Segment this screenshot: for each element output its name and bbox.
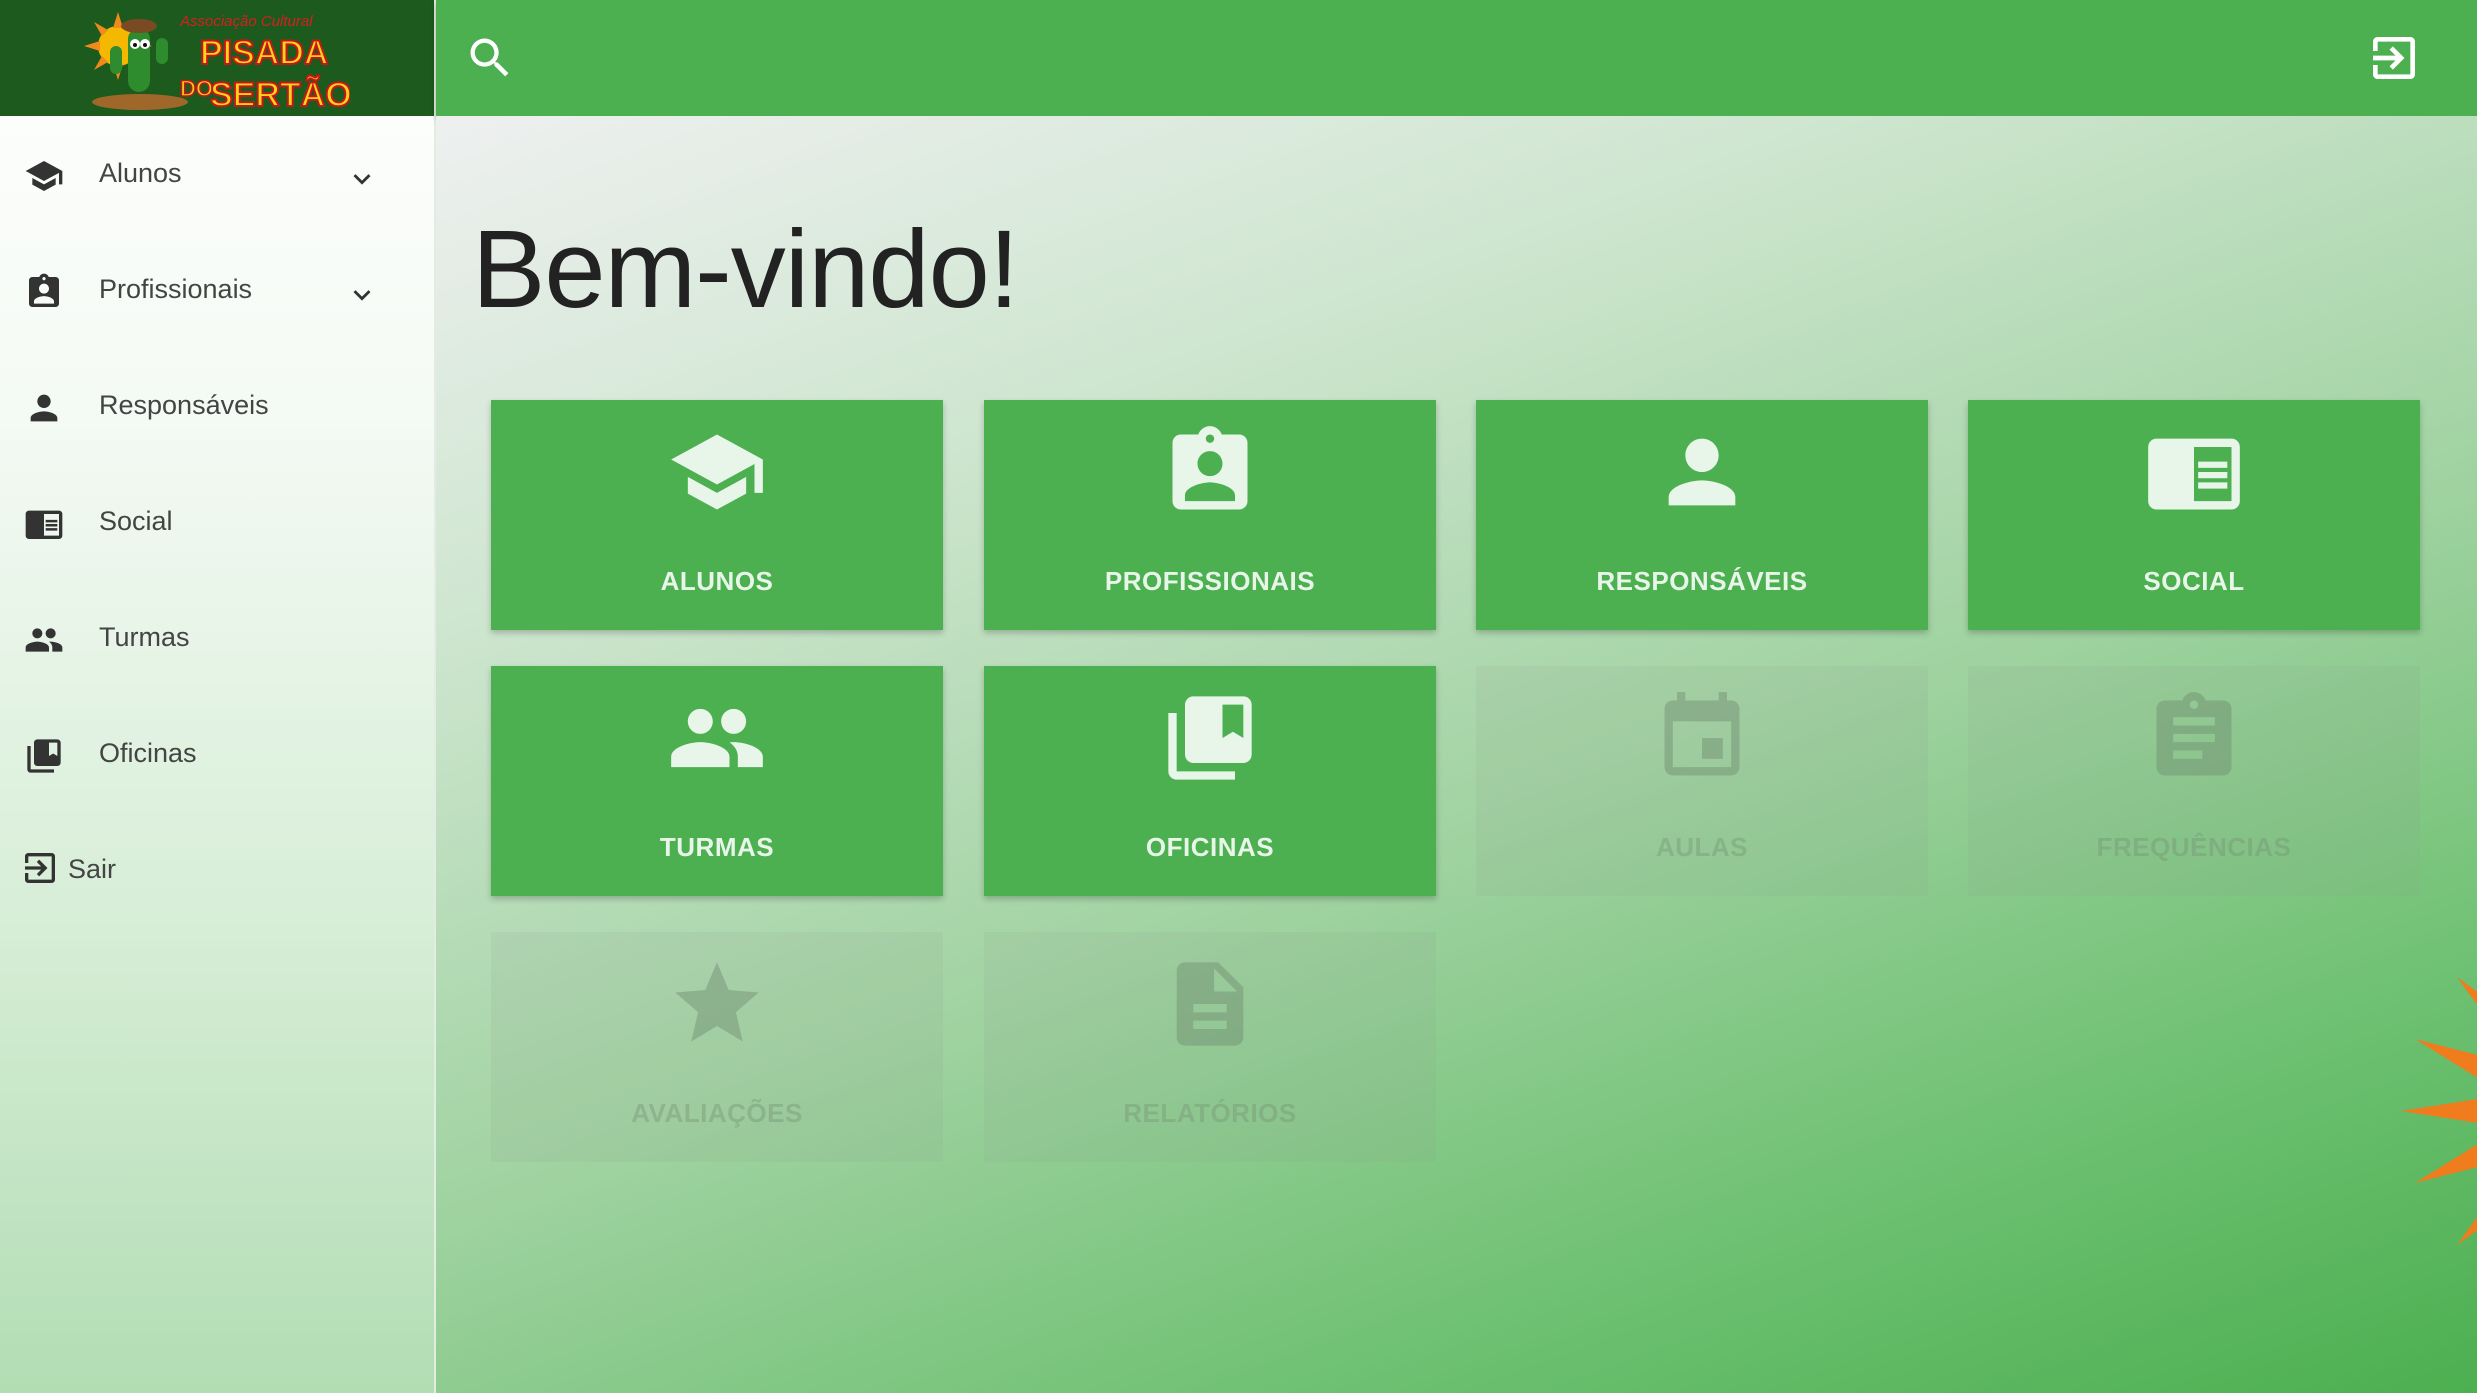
badge-icon (1172, 426, 1248, 510)
sidebar-item-responsaveis[interactable]: Responsáveis (0, 348, 434, 464)
tile-label: SOCIAL (2143, 566, 2245, 596)
person-icon (30, 394, 58, 422)
sidebar: Associação Cultural PISADA DO SERTÃO Alu… (0, 0, 436, 1393)
library-books-icon (1168, 696, 1252, 780)
tile-aulas: AULAS (1476, 666, 1928, 896)
sidebar-item-label: Alunos (99, 158, 182, 188)
tile-oficinas[interactable]: OFICINAS (984, 666, 1436, 896)
exit-icon[interactable] (2366, 30, 2422, 86)
tile-label: ALUNOS (660, 566, 774, 596)
group-icon (25, 628, 63, 652)
tile-relatorios: RELATÓRIOS (984, 932, 1436, 1162)
tile-label: AULAS (1655, 832, 1749, 862)
logo[interactable]: Associação Cultural PISADA DO SERTÃO (0, 0, 434, 116)
star-icon (675, 962, 759, 1042)
document-icon (1176, 962, 1244, 1046)
exit-icon (25, 853, 55, 883)
badge-icon (29, 273, 59, 307)
sidebar-item-alunos[interactable]: Alunos (0, 116, 434, 232)
search-icon[interactable] (464, 32, 516, 84)
tile-label: RELATÓRIOS (1123, 1098, 1297, 1128)
calendar-icon (1664, 692, 1740, 776)
top-app-bar (436, 0, 2477, 116)
tile-profissionais[interactable]: PROFISSIONAIS (984, 400, 1436, 630)
tile-alunos[interactable]: ALUNOS (491, 400, 943, 630)
sidebar-item-label: Social (99, 506, 173, 536)
tile-frequencias: FREQUÊNCIAS (1968, 666, 2420, 896)
logo-title-line2: SERTÃO (210, 76, 350, 114)
pisada-do-sertao-logo: Associação Cultural PISADA DO SERTÃO (84, 12, 350, 114)
sidebar-item-turmas[interactable]: Turmas (0, 580, 434, 696)
sidebar-item-label: Sair (68, 854, 117, 884)
person-icon (1668, 438, 1736, 506)
sidebar-item-label: Responsáveis (99, 390, 269, 420)
tile-label: FREQUÊNCIAS (2096, 832, 2292, 862)
sidebar-item-sair[interactable]: Sair (0, 812, 434, 928)
graduation-cap-icon (671, 434, 763, 510)
tile-label: OFICINAS (1145, 832, 1275, 862)
page-title: Bem-vindo! (472, 208, 1019, 331)
newspaper-icon (25, 510, 63, 539)
graduation-cap-icon (25, 161, 63, 191)
group-icon (671, 708, 763, 768)
tile-label: RESPONSÁVEIS (1596, 566, 1808, 596)
chevron-down-icon[interactable] (345, 278, 379, 312)
tile-label: PROFISSIONAIS (1104, 566, 1316, 596)
tile-responsaveis[interactable]: RESPONSÁVEIS (1476, 400, 1928, 630)
tile-label: TURMAS (659, 832, 775, 862)
library-books-icon (27, 739, 61, 773)
logo-subtitle: Associação Cultural (179, 13, 313, 30)
logo-title-line1: PISADA (200, 34, 328, 72)
sidebar-item-oficinas[interactable]: Oficinas (0, 696, 434, 812)
tile-label: AVALIAÇÕES (631, 1098, 803, 1128)
sidebar-item-label: Profissionais (99, 274, 253, 304)
tile-avaliacoes: AVALIAÇÕES (491, 932, 943, 1162)
tile-turmas[interactable]: TURMAS (491, 666, 943, 896)
sidebar-item-label: Turmas (99, 622, 190, 652)
cactus-mascot-sun-image (2401, 977, 2477, 1245)
newspaper-icon (2148, 438, 2240, 510)
tile-social[interactable]: SOCIAL (1968, 400, 2420, 630)
sidebar-item-social[interactable]: Social (0, 464, 434, 580)
clipboard-icon (2156, 692, 2232, 776)
main-content: Bem-vindo! ALUNOS PROFISSIONAIS RESPONSÁ… (436, 116, 2477, 1393)
sidebar-item-profissionais[interactable]: Profissionais (0, 232, 434, 348)
sidebar-item-label: Oficinas (99, 738, 197, 768)
logo-title-do: DO (180, 76, 213, 101)
chevron-down-icon[interactable] (345, 162, 379, 196)
